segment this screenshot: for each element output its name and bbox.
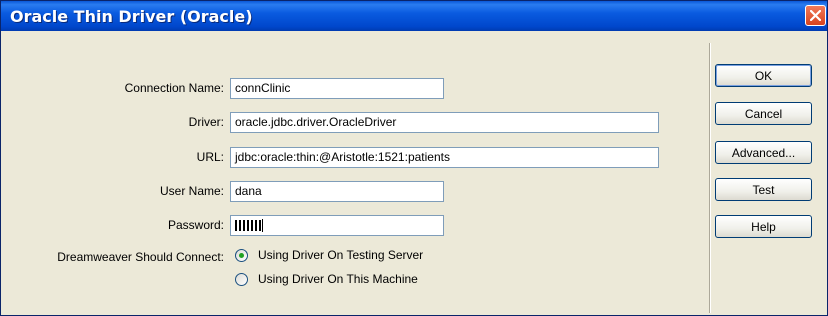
- radio-button-checked[interactable]: [235, 248, 248, 262]
- vertical-divider: [709, 43, 710, 313]
- text-caret: [262, 219, 263, 232]
- dialog-content: Connection Name: connClinic Driver: orac…: [2, 31, 826, 314]
- window-title: Oracle Thin Driver (Oracle): [10, 7, 253, 26]
- advanced-button[interactable]: Advanced...: [715, 141, 812, 164]
- password-label: Password:: [167, 218, 224, 232]
- radio-this-machine-label: Using Driver On This Machine: [258, 272, 418, 286]
- ok-button[interactable]: OK: [715, 64, 812, 87]
- username-field[interactable]: dana: [230, 181, 444, 202]
- radio-this-machine[interactable]: Using Driver On This Machine: [235, 272, 418, 286]
- password-mask: [235, 220, 261, 231]
- help-button[interactable]: Help: [715, 215, 812, 238]
- dialog-window: Oracle Thin Driver (Oracle) Connection N…: [0, 0, 828, 316]
- connection-name-field[interactable]: connClinic: [230, 78, 444, 99]
- password-field[interactable]: [230, 215, 444, 236]
- title-bar[interactable]: Oracle Thin Driver (Oracle): [1, 1, 827, 31]
- driver-label: Driver:: [188, 115, 224, 129]
- url-field[interactable]: jdbc:oracle:thin:@Aristotle:1521:patient…: [230, 147, 659, 168]
- radio-testing-server[interactable]: Using Driver On Testing Server: [235, 248, 423, 262]
- radio-testing-server-label: Using Driver On Testing Server: [258, 248, 424, 262]
- test-button[interactable]: Test: [715, 178, 812, 201]
- connect-label: Dreamweaver Should Connect:: [57, 250, 224, 264]
- cancel-button[interactable]: Cancel: [715, 102, 812, 125]
- radio-button-unchecked[interactable]: [235, 272, 248, 286]
- username-label: User Name:: [159, 184, 224, 198]
- close-button[interactable]: [805, 5, 826, 26]
- url-label: URL:: [196, 150, 224, 164]
- driver-field[interactable]: oracle.jdbc.driver.OracleDriver: [230, 112, 659, 133]
- connection-name-label: Connection Name:: [124, 81, 224, 95]
